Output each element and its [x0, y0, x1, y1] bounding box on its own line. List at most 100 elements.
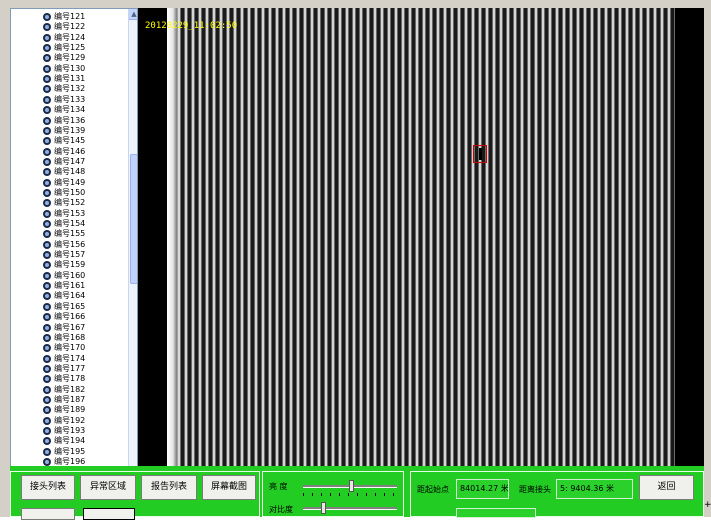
tree-item-label: 编号130 — [54, 63, 86, 73]
tree-item-label: 编号149 — [54, 177, 86, 187]
camera-icon — [43, 302, 51, 311]
tree-item-label: 编号170 — [54, 343, 86, 353]
tree-item-label: 编号167 — [54, 322, 86, 332]
extra-button-2[interactable] — [83, 508, 135, 520]
camera-icon — [43, 157, 51, 166]
camera-icon — [43, 13, 51, 21]
function-buttons-panel: 接头列表 异常区域 报告列表 屏幕截图 — [10, 471, 260, 520]
camera-icon — [43, 354, 51, 363]
tree-item-label: 编号133 — [54, 94, 86, 104]
tree-scrollbar[interactable]: ▲ — [128, 9, 137, 467]
distance-from-start-field: 84014.27 米 — [456, 479, 509, 499]
tree-item-label: 编号150 — [54, 187, 86, 197]
camera-icon — [43, 416, 51, 425]
tree-item-label: 编号164 — [54, 291, 86, 301]
distance-from-joint-label: 距离接头 — [519, 485, 551, 494]
camera-icon — [43, 364, 51, 373]
tree-item-label: 编号136 — [54, 115, 86, 125]
camera-icon — [43, 44, 51, 53]
tree-item-label: 编号152 — [54, 198, 86, 208]
distance-from-start-label: 距起始点 — [417, 485, 449, 494]
camera-icon — [43, 375, 51, 384]
tree-item-label: 编号122 — [54, 22, 86, 32]
tree-item-label: 编号153 — [54, 208, 86, 218]
tree-item-label: 编号187 — [54, 394, 86, 404]
tree-item-label: 编号147 — [54, 156, 86, 166]
brightness-slider[interactable] — [303, 480, 397, 496]
scan-image-edge — [167, 8, 181, 468]
camera-icon — [43, 209, 51, 218]
camera-icon — [43, 395, 51, 404]
camera-icon — [43, 147, 51, 156]
tree-item-label: 编号160 — [54, 270, 86, 280]
tree-item-label: 编号165 — [54, 301, 86, 311]
camera-icon — [43, 261, 51, 270]
tree-item-label: 编号161 — [54, 281, 86, 291]
cursor-icon: + — [704, 500, 711, 510]
camera-icon — [43, 137, 51, 146]
camera-icon — [43, 33, 51, 42]
camera-icon — [43, 251, 51, 260]
tree-item-label: 编号177 — [54, 363, 86, 373]
scan-image — [167, 8, 675, 468]
bottom-status-text — [556, 508, 696, 517]
distance-from-joint-field: 5: 9404.36 米 — [556, 479, 633, 499]
camera-icon — [43, 344, 51, 353]
tree-item-label: 编号193 — [54, 426, 86, 435]
tree-item-label: 编号166 — [54, 312, 86, 322]
scroll-up-button[interactable]: ▲ — [129, 9, 137, 20]
tree-item-label: 编号146 — [54, 146, 86, 156]
camera-icon — [43, 188, 51, 197]
camera-icon — [43, 271, 51, 280]
brightness-slider-thumb[interactable] — [349, 480, 354, 492]
camera-icon — [43, 240, 51, 249]
tree-item-label: 编号195 — [54, 446, 86, 456]
tree-item-label: 编号182 — [54, 384, 86, 394]
camera-icon — [43, 333, 51, 342]
tree-item-label: 编号174 — [54, 353, 86, 363]
camera-icon — [43, 406, 51, 415]
camera-list-panel: 编号121 编号122 编号124 编号125 编号129 编号130 编号131 编号132… — [10, 8, 138, 468]
camera-icon — [43, 54, 51, 63]
defect-marker[interactable] — [473, 145, 487, 163]
tree-item-label: 编号134 — [54, 105, 86, 115]
tree-item-label: 编号121 — [54, 12, 86, 21]
back-button[interactable]: 返回 — [639, 475, 694, 500]
tree-item-label: 编号194 — [54, 436, 86, 446]
contrast-slider[interactable] — [303, 502, 397, 514]
camera-icon — [43, 427, 51, 435]
tree-item-label: 编号129 — [54, 53, 86, 63]
report-list-button[interactable]: 报告列表 — [141, 475, 197, 500]
camera-icon — [43, 23, 51, 32]
tree-item-label: 编号131 — [54, 74, 86, 84]
camera-icon — [43, 292, 51, 301]
abnormal-area-button[interactable]: 异常区域 — [80, 475, 136, 500]
video-timestamp: 20120229_11:02:50 — [145, 21, 238, 31]
camera-icon — [43, 282, 51, 291]
camera-icon — [43, 75, 51, 84]
tree-item-label: 编号139 — [54, 125, 86, 135]
tree-item-label: 编号189 — [54, 405, 86, 415]
extra-button-1[interactable] — [21, 508, 75, 520]
camera-icon — [43, 168, 51, 177]
screenshot-button[interactable]: 屏幕截图 — [202, 475, 256, 500]
tree-item-label: 编号157 — [54, 250, 86, 260]
camera-icon — [43, 458, 51, 467]
contrast-slider-thumb[interactable] — [321, 502, 326, 514]
tree-item-label: 编号125 — [54, 43, 86, 53]
camera-icon — [43, 323, 51, 332]
camera-icon — [43, 178, 51, 187]
image-adjust-panel: 亮 度 对比度 — [262, 471, 404, 517]
tree-item-label: 编号178 — [54, 374, 86, 384]
video-viewport[interactable]: 20120229_11:02:50 — [138, 8, 704, 468]
joint-list-button[interactable]: 接头列表 — [21, 475, 75, 500]
camera-icon — [43, 95, 51, 104]
tree-item-label: 编号155 — [54, 229, 86, 239]
camera-icon — [43, 126, 51, 135]
tree-item-label: 编号148 — [54, 167, 86, 177]
camera-icon — [43, 116, 51, 125]
tree-item-label: 编号132 — [54, 84, 86, 94]
camera-icon — [43, 199, 51, 208]
scroll-thumb[interactable] — [130, 154, 137, 284]
tree-item-label: 编号168 — [54, 332, 86, 342]
